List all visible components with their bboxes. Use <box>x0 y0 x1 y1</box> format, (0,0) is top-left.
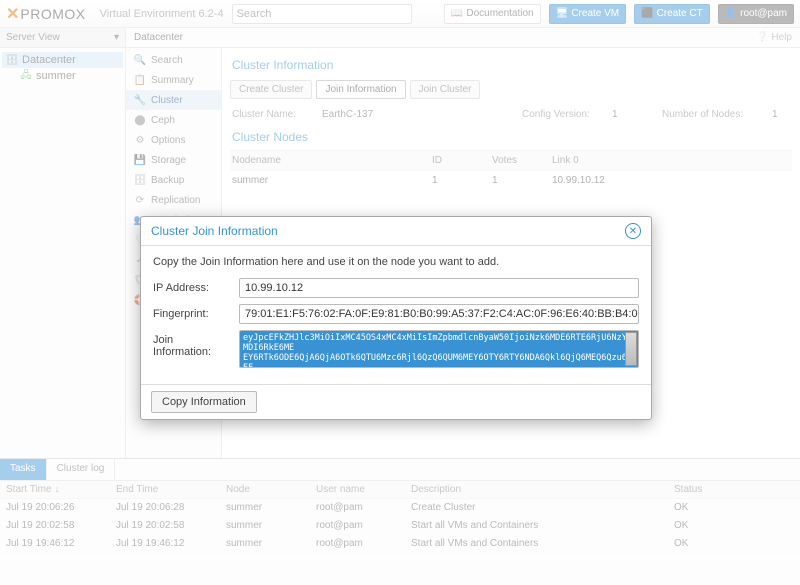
tab-tasks[interactable]: Tasks <box>0 459 47 480</box>
submenu-item-cluster[interactable]: 🔧Cluster <box>126 90 221 110</box>
backup-icon: 🗄 <box>134 174 146 186</box>
log-row[interactable]: Jul 19 20:06:26Jul 19 20:06:28summerroot… <box>0 499 800 517</box>
summary-icon: 📋 <box>134 74 146 86</box>
join-info-textarea[interactable]: eyJpcEFkZHJlc3MiOiIxMC45OS4xMC4xMiIsImZp… <box>239 330 639 368</box>
breadcrumb-path: Datacenter <box>134 32 183 43</box>
log-row[interactable]: Jul 19 20:02:58Jul 19 20:02:58summerroot… <box>0 517 800 535</box>
user-icon: 👤 <box>725 8 737 19</box>
join-info-button[interactable]: Join Information <box>316 80 405 99</box>
help-button[interactable]: ❔Help <box>756 32 792 43</box>
create-vm-button[interactable]: 🖥Create VM <box>549 4 627 24</box>
brand-suffix: MOX <box>52 6 85 22</box>
view-selector[interactable]: Server View▾ <box>0 28 125 48</box>
log-tabs: Tasks Cluster log <box>0 459 800 481</box>
storage-icon: 💾 <box>134 154 146 166</box>
modal-title: Cluster Join Information <box>151 224 278 238</box>
user-menu-button[interactable]: 👤root@pam <box>718 4 794 24</box>
breadcrumb: Datacenter ❔Help <box>126 28 800 48</box>
product-label: Virtual Environment 6.2-4 <box>100 8 224 20</box>
copy-info-button[interactable]: Copy Information <box>151 391 257 413</box>
log-panel: Tasks Cluster log Start Time ↓ End Time … <box>0 458 800 584</box>
join-info-modal: Cluster Join Information ✕ Copy the Join… <box>140 216 652 420</box>
create-cluster-button[interactable]: Create Cluster <box>230 80 312 99</box>
chevron-down-icon: ▾ <box>114 32 119 43</box>
tree-datacenter[interactable]: 🗄Datacenter <box>2 52 123 68</box>
submenu-item-replication[interactable]: ⟳Replication <box>126 190 221 210</box>
submenu-item-storage[interactable]: 💾Storage <box>126 150 221 170</box>
server-icon: 🗄 <box>6 54 18 66</box>
submenu-item-search[interactable]: 🔍Search <box>126 50 221 70</box>
modal-footer: Copy Information <box>141 384 651 419</box>
node-icon: 🖧 <box>20 70 32 82</box>
submenu-item-ceph[interactable]: ⬤Ceph <box>126 110 221 130</box>
options-icon: ⚙ <box>134 134 146 146</box>
log-header: Start Time ↓ End Time Node User name Des… <box>0 481 800 499</box>
cluster-name-value: EarthC-137 <box>322 109 522 120</box>
resource-tree: 🗄Datacenter 🖧summer <box>0 48 125 88</box>
submenu-item-summary[interactable]: 📋Summary <box>126 70 221 90</box>
join-cluster-button[interactable]: Join Cluster <box>410 80 481 99</box>
close-icon[interactable]: ✕ <box>625 223 641 239</box>
help-icon: ❔ <box>756 32 768 43</box>
topbar: ✕ PROMOX Virtual Environment 6.2-4 📖Docu… <box>0 0 800 28</box>
join-info-label: Join Information: <box>153 330 233 358</box>
cluster-summary-row: Cluster Name: EarthC-137 Config Version:… <box>230 105 792 124</box>
nodes-table-row[interactable]: summer 1 1 10.99.10.12 <box>230 171 792 190</box>
fingerprint-label: Fingerprint: <box>153 304 233 320</box>
replication-icon: ⟳ <box>134 194 146 206</box>
fingerprint-field-row: Fingerprint: 79:01:E1:F5:76:02:FA:0F:E9:… <box>153 304 639 324</box>
cluster-icon: 🔧 <box>134 94 146 106</box>
nodes-table-header: Nodename ID Votes Link 0 <box>230 150 792 171</box>
join-info-field-row: Join Information: eyJpcEFkZHJlc3MiOiIxMC… <box>153 330 639 368</box>
ceph-icon: ⬤ <box>134 114 146 126</box>
docs-button[interactable]: 📖Documentation <box>444 4 541 24</box>
tree-node[interactable]: 🖧summer <box>2 68 123 84</box>
modal-header: Cluster Join Information ✕ <box>141 217 651 246</box>
book-icon: 📖 <box>451 8 463 19</box>
logo: ✕ PROMOX <box>6 4 86 24</box>
cluster-toolbar: Create Cluster Join Information Join Clu… <box>230 80 792 99</box>
ip-label: IP Address: <box>153 278 233 294</box>
cluster-info-title: Cluster Information <box>230 52 792 78</box>
log-rows: Jul 19 20:06:26Jul 19 20:06:28summerroot… <box>0 499 800 553</box>
config-version-value: 1 <box>612 109 662 120</box>
ip-input[interactable]: 10.99.10.12 <box>239 278 639 298</box>
search-icon: 🔍 <box>134 54 146 66</box>
ip-field-row: IP Address: 10.99.10.12 <box>153 278 639 298</box>
create-ct-button[interactable]: ⬛Create CT <box>634 4 710 24</box>
tab-cluster-log[interactable]: Cluster log <box>47 459 116 480</box>
cluster-nodes-title: Cluster Nodes <box>230 124 792 150</box>
submenu-item-backup[interactable]: 🗄Backup <box>126 170 221 190</box>
brand-prefix: PRO <box>20 6 52 22</box>
monitor-icon: 🖥 <box>556 8 569 19</box>
search-input[interactable] <box>232 4 412 24</box>
logo-x-icon: ✕ <box>6 4 19 24</box>
cube-icon: ⬛ <box>641 8 653 19</box>
modal-message: Copy the Join Information here and use i… <box>153 256 639 268</box>
node-count-value: 1 <box>772 109 778 120</box>
fingerprint-input[interactable]: 79:01:E1:F5:76:02:FA:0F:E9:81:B0:B0:99:A… <box>239 304 639 324</box>
log-row[interactable]: Jul 19 19:46:12Jul 19 19:46:12summerroot… <box>0 535 800 553</box>
submenu-item-options[interactable]: ⚙Options <box>126 130 221 150</box>
modal-body: Copy the Join Information here and use i… <box>141 246 651 384</box>
left-nav: Server View▾ 🗄Datacenter 🖧summer <box>0 28 126 458</box>
